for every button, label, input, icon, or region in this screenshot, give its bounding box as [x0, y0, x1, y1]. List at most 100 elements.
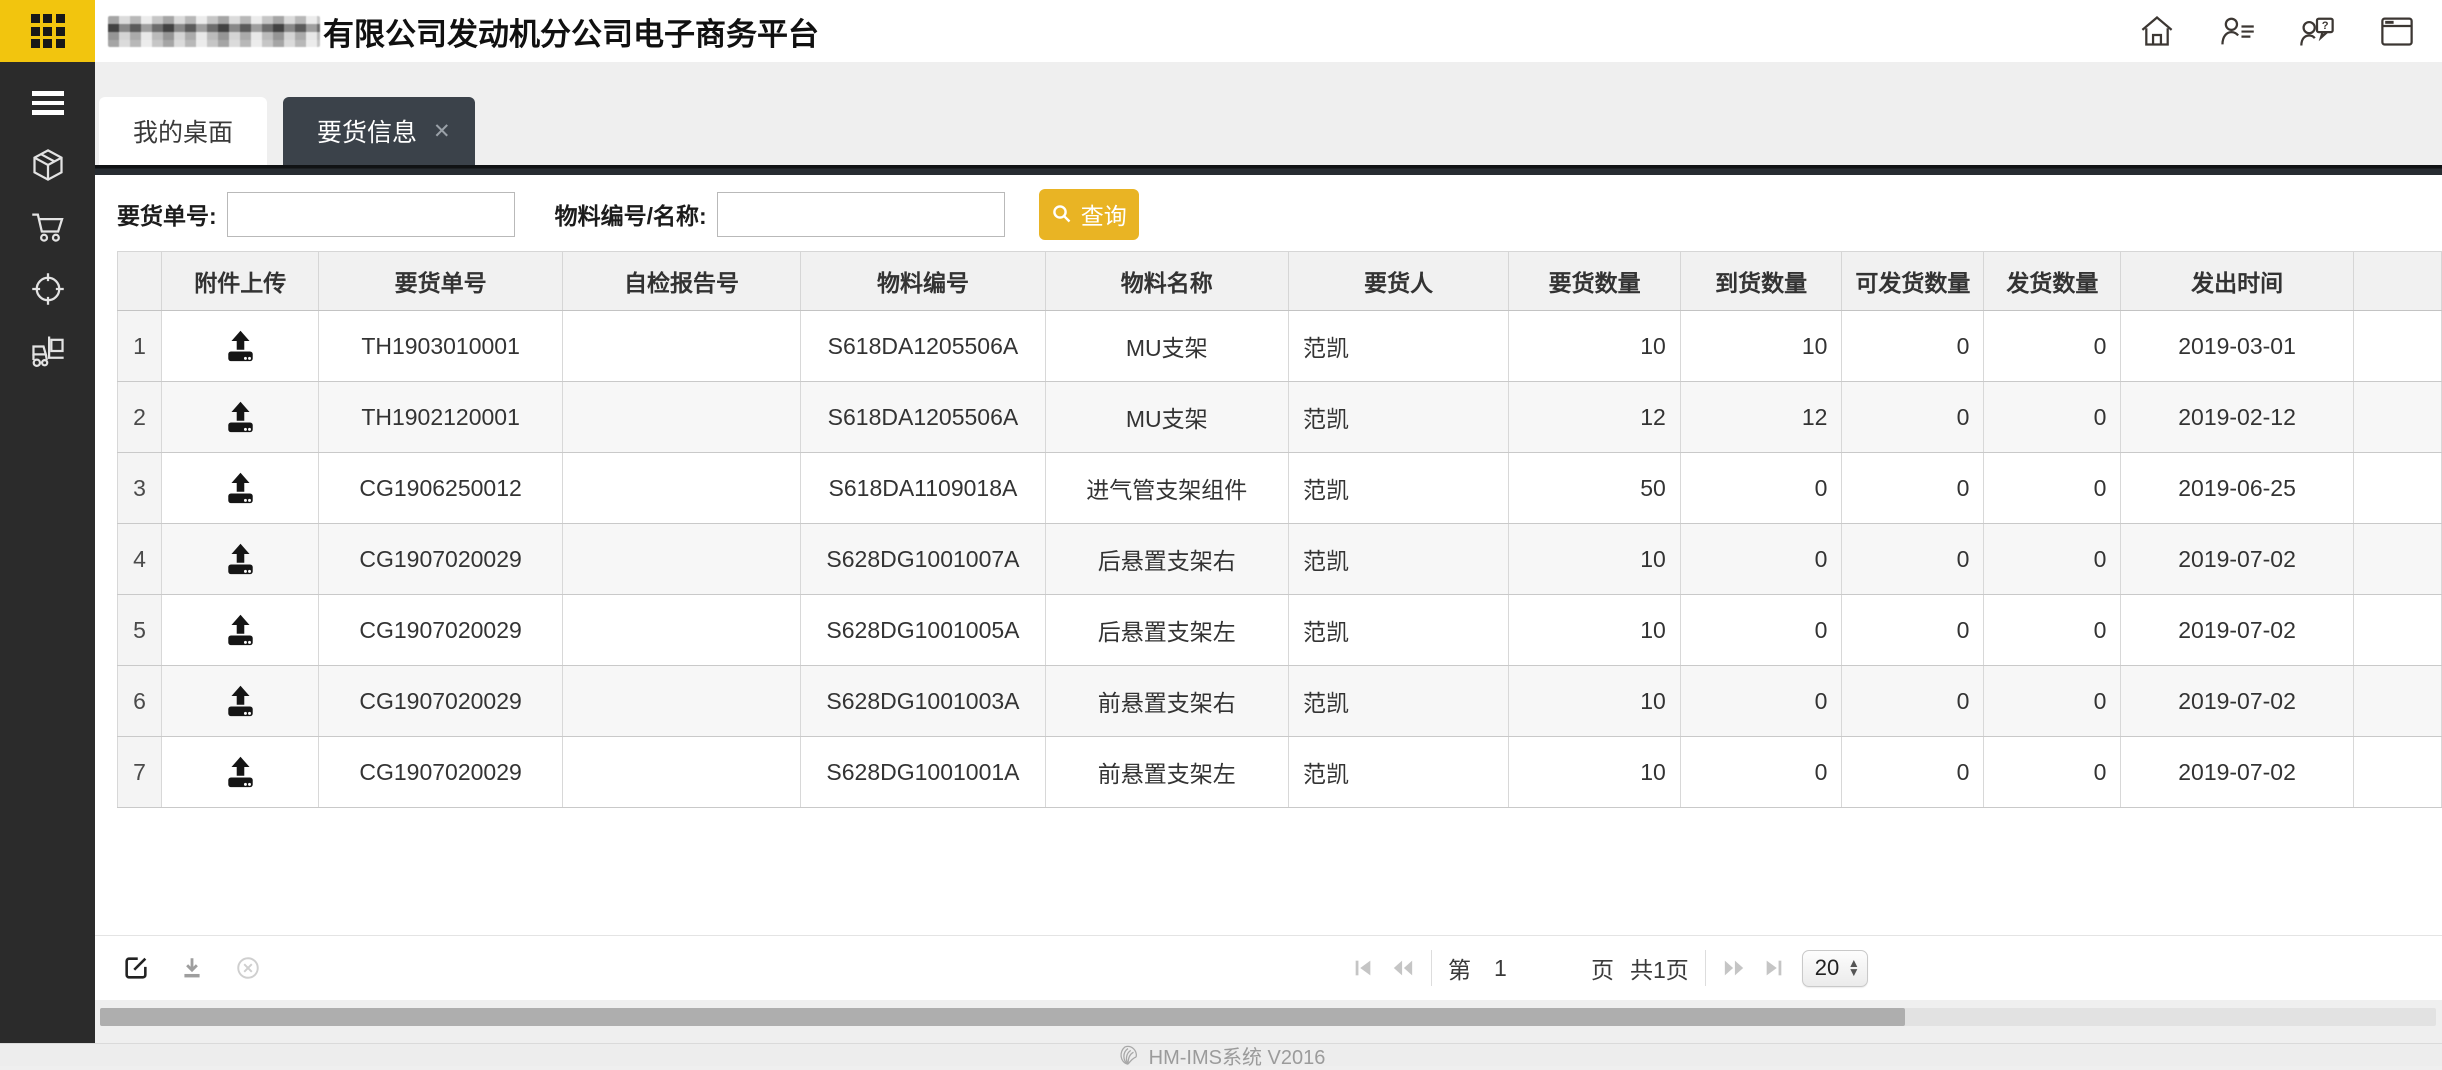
table-header-row: 附件上传要货单号自检报告号物料编号物料名称要货人要货数量到货数量可发货数量发货数…: [118, 252, 2442, 311]
cell-qty_shipped: 0: [1984, 453, 2121, 524]
first-page-button[interactable]: [1351, 956, 1375, 980]
cell-qty_sendable: 0: [1842, 524, 1984, 595]
cell-send_date: 2019-02-12: [2121, 382, 2353, 453]
upload-attachment-button[interactable]: [218, 679, 262, 723]
cell-qty_requested: 12: [1509, 382, 1680, 453]
cell-extra: [2353, 666, 2441, 737]
left-sidebar: [0, 62, 95, 1043]
header-actions: ?: [2138, 0, 2416, 62]
table-row[interactable]: 1TH1903010001S618DA1205506AMU支架范凯1010002…: [118, 311, 2442, 382]
cell-report_no: [562, 311, 801, 382]
home-icon[interactable]: [2138, 13, 2176, 49]
cell-order_no: CG1907020029: [319, 666, 562, 737]
cell-requester: 范凯: [1288, 453, 1508, 524]
tab-goods-request[interactable]: 要货信息 ✕: [283, 97, 475, 165]
last-page-button[interactable]: [1762, 956, 1786, 980]
upload-attachment-button[interactable]: [218, 466, 262, 510]
upload-attachment-button[interactable]: [218, 395, 262, 439]
footer: HM-IMS系统 V2016: [0, 1043, 2442, 1066]
order-no-input[interactable]: [227, 192, 515, 237]
cell-material_code: S628DG1001001A: [801, 737, 1045, 808]
page-size-select[interactable]: 20 ▲▼: [1802, 950, 1868, 987]
user-list-icon[interactable]: [2218, 13, 2256, 49]
table-row[interactable]: 5CG1907020029S628DG1001005A后悬置支架左范凯10000…: [118, 595, 2442, 666]
query-button[interactable]: 查询: [1039, 189, 1139, 240]
cell-report_no: [562, 453, 801, 524]
grid-toolbar: 第 页 共1页 20 ▲▼: [95, 935, 2442, 1000]
column-header-order_no[interactable]: 要货单号: [319, 252, 562, 311]
tab-my-desktop[interactable]: 我的桌面: [99, 97, 267, 165]
column-header-qty_requested[interactable]: 要货数量: [1509, 252, 1680, 311]
cell-qty_sendable: 0: [1842, 666, 1984, 737]
cell-send_date: 2019-03-01: [2121, 311, 2353, 382]
upload-attachment-button[interactable]: [218, 608, 262, 652]
table-row[interactable]: 6CG1907020029S628DG1001003A前悬置支架右范凯10000…: [118, 666, 2442, 737]
content-panel: 要货单号: 物料编号/名称: 查询 附件上传要货单号自检报告号物料编号物料名称要…: [95, 175, 2442, 1000]
cell-report_no: [562, 595, 801, 666]
cell-upload: [162, 737, 319, 808]
cell-qty_sendable: 0: [1842, 737, 1984, 808]
cell-material_name: 后悬置支架左: [1045, 595, 1288, 666]
cell-material_name: 后悬置支架右: [1045, 524, 1288, 595]
cell-material_code: S618DA1109018A: [801, 453, 1045, 524]
column-header-num[interactable]: [118, 252, 162, 311]
column-header-qty_arrived[interactable]: 到货数量: [1680, 252, 1842, 311]
sidebar-item-products[interactable]: [26, 146, 70, 184]
hamburger-icon: [32, 91, 64, 115]
column-header-report_no[interactable]: 自检报告号: [562, 252, 801, 311]
page-number-input[interactable]: [1487, 950, 1575, 986]
cell-upload: [162, 666, 319, 737]
window-icon[interactable]: [2378, 13, 2416, 49]
help-feedback-icon[interactable]: ?: [2298, 13, 2336, 49]
svg-text:?: ?: [2322, 20, 2329, 32]
cell-qty_shipped: 0: [1984, 595, 2121, 666]
sidebar-item-logistics[interactable]: [26, 332, 70, 370]
column-header-qty_shipped[interactable]: 发货数量: [1984, 252, 2121, 311]
cell-qty_sendable: 0: [1842, 382, 1984, 453]
column-header-qty_sendable[interactable]: 可发货数量: [1842, 252, 1984, 311]
edit-icon[interactable]: [121, 953, 151, 983]
column-header-material_name[interactable]: 物料名称: [1045, 252, 1288, 311]
total-pages-label: 共1页: [1630, 951, 1689, 985]
column-header-send_date[interactable]: 发出时间: [2121, 252, 2353, 311]
cell-num: 5: [118, 595, 162, 666]
column-header-requester[interactable]: 要货人: [1288, 252, 1508, 311]
cell-qty_shipped: 0: [1984, 311, 2121, 382]
prev-page-button[interactable]: [1391, 956, 1415, 980]
column-header-material_code[interactable]: 物料编号: [801, 252, 1045, 311]
cell-qty_requested: 10: [1509, 524, 1680, 595]
upload-icon: [223, 756, 258, 788]
cell-upload: [162, 595, 319, 666]
upload-attachment-button[interactable]: [218, 324, 262, 368]
next-page-button[interactable]: [1722, 956, 1746, 980]
cell-send_date: 2019-07-02: [2121, 595, 2353, 666]
column-header-extra[interactable]: [2353, 252, 2441, 311]
upload-attachment-button[interactable]: [218, 537, 262, 581]
horizontal-scrollbar-track[interactable]: [100, 1008, 2436, 1026]
sidebar-item-orders[interactable]: [26, 208, 70, 246]
download-icon[interactable]: [177, 953, 207, 983]
sidebar-item-target[interactable]: [26, 270, 70, 308]
column-header-upload[interactable]: 附件上传: [162, 252, 319, 311]
table-row[interactable]: 3CG1906250012S618DA1109018A进气管支架组件范凯5000…: [118, 453, 2442, 524]
table-row[interactable]: 7CG1907020029S628DG1001001A前悬置支架左范凯10000…: [118, 737, 2442, 808]
tab-close-icon[interactable]: ✕: [433, 119, 451, 144]
app-root: { "colors": { "accent_yellow": "#f2c50e"…: [0, 0, 2442, 1066]
cell-qty_requested: 50: [1509, 453, 1680, 524]
cell-qty_shipped: 0: [1984, 524, 2121, 595]
cancel-circle-icon[interactable]: [233, 953, 263, 983]
upload-attachment-button[interactable]: [218, 750, 262, 794]
table-row[interactable]: 4CG1907020029S628DG1001007A后悬置支架右范凯10000…: [118, 524, 2442, 595]
cell-requester: 范凯: [1288, 382, 1508, 453]
cell-order_no: TH1902120001: [319, 382, 562, 453]
cell-send_date: 2019-07-02: [2121, 666, 2353, 737]
menu-toggle-button[interactable]: [26, 84, 70, 122]
cell-qty_requested: 10: [1509, 666, 1680, 737]
apps-grid-button[interactable]: [0, 0, 95, 62]
cell-material_code: S618DA1205506A: [801, 311, 1045, 382]
horizontal-scrollbar-thumb[interactable]: [100, 1008, 1905, 1026]
cell-report_no: [562, 524, 801, 595]
table-row[interactable]: 2TH1902120001S618DA1205506AMU支架范凯1212002…: [118, 382, 2442, 453]
material-input[interactable]: [717, 192, 1005, 237]
cell-extra: [2353, 382, 2441, 453]
